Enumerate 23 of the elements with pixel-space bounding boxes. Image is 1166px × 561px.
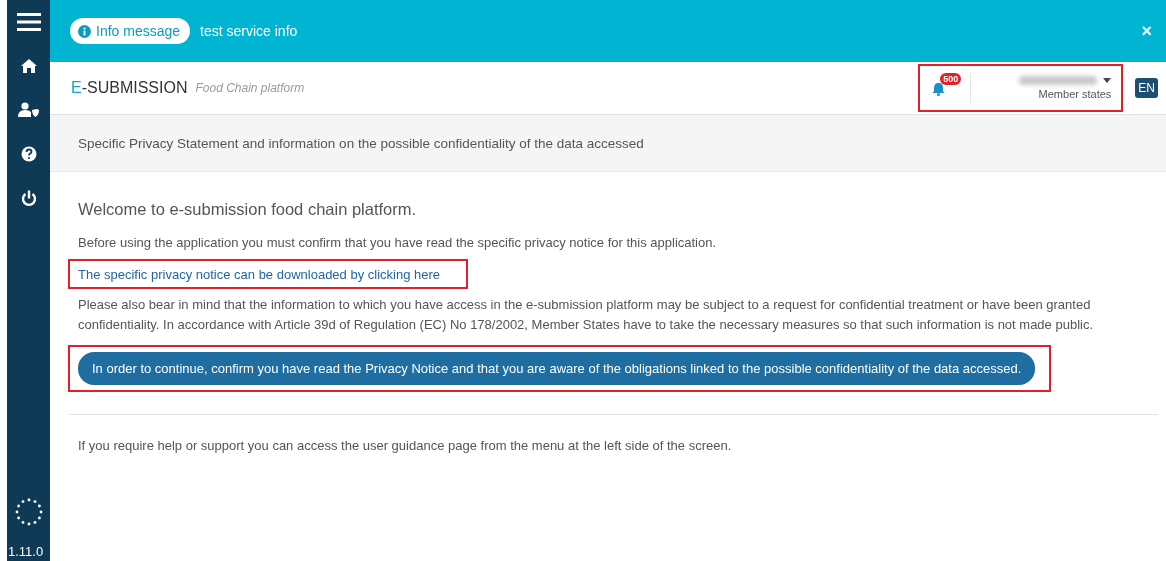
home-icon[interactable] — [19, 58, 38, 74]
brand-title: E-SUBMISSION — [71, 79, 188, 97]
caret-icon[interactable] — [1103, 78, 1112, 83]
user-shield-icon[interactable] — [17, 102, 40, 118]
confirm-button[interactable]: In order to continue, confirm you have read the Privacy Notice and that you are aware of the obligations linked to the possible confidentiality of the data accessed. — [78, 352, 1036, 385]
language-button[interactable]: EN — [1135, 78, 1158, 98]
brand-subtitle: Food Chain platform — [195, 81, 306, 95]
info-message: test service info — [200, 23, 299, 39]
page-title: Specific Privacy Statement and information on the possible confidentiality of the data accessed — [50, 115, 1166, 172]
help-icon[interactable] — [20, 146, 37, 162]
version-text: 1.11.0 — [8, 544, 44, 559]
user-role: Member states — [1038, 88, 1112, 100]
welcome-heading: Welcome to e-submission food chain platform. — [78, 200, 418, 219]
intro-text: Before using the application you must confirm that you have read the specific privacy notice for this application. — [78, 234, 718, 252]
confidentiality-notice: Please also bear in mind that the information to which you have access in the e-submission platform may be subject to a request for confidential treatment or have been granted confidentiality. In accordance with Article 39d of Regulation (EC) No 178/2002, Member States have to take the necessary measures so that such information is not made public. — [78, 296, 1095, 334]
power-icon[interactable] — [20, 189, 37, 207]
info-icon — [78, 24, 91, 38]
info-badge-label: Info message — [96, 23, 181, 39]
bell-icon[interactable] — [932, 82, 946, 96]
help-text: If you require help or support you can access the user guidance page from the menu at the left side of the screen. — [78, 437, 733, 455]
privacy-notice-link[interactable]: The specific privacy notice can be downloaded by clicking here — [78, 267, 441, 282]
menu-icon[interactable] — [16, 12, 41, 32]
notification-count: 500 — [940, 73, 962, 85]
